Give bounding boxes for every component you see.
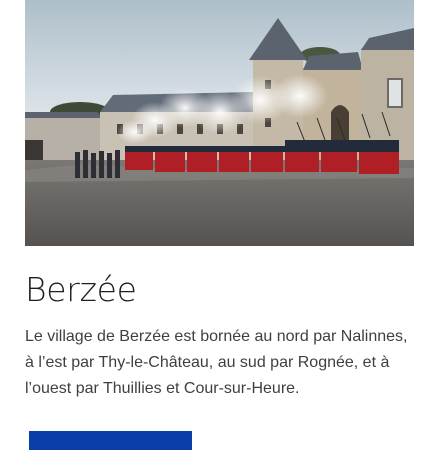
village-description: Le village de Berzée est bornée au nord … bbox=[25, 328, 408, 397]
read-more-button[interactable] bbox=[29, 431, 192, 450]
page-title: Berzée bbox=[25, 270, 137, 309]
hero-image bbox=[25, 0, 414, 246]
castle-photo bbox=[25, 0, 414, 246]
